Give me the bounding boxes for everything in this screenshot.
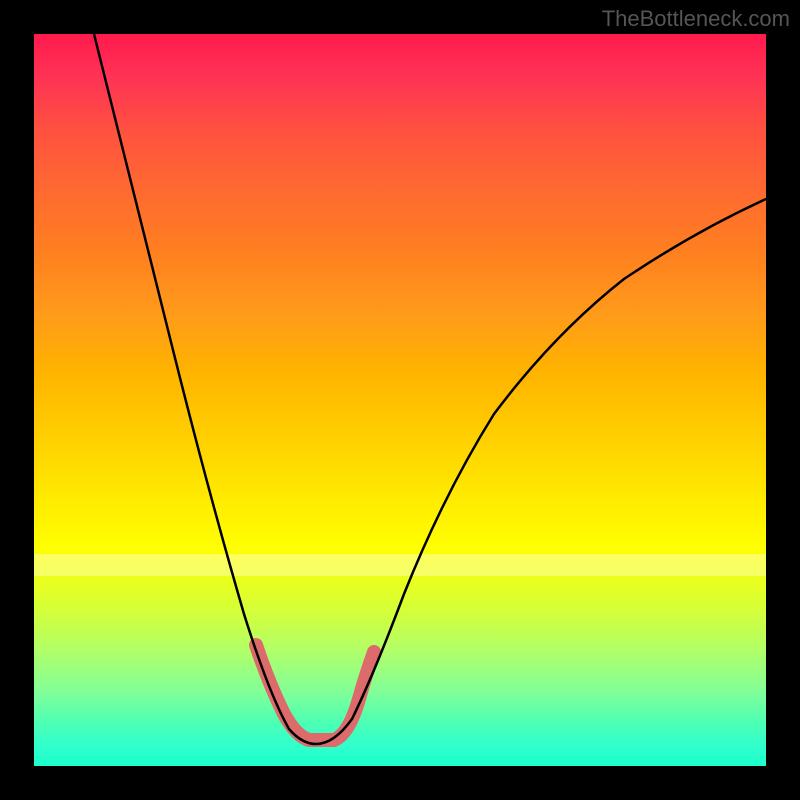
- watermark-text: TheBottleneck.com: [602, 6, 790, 32]
- bottleneck-curve: [94, 34, 766, 744]
- optimal-zone-highlight: [256, 645, 374, 740]
- curve-svg: [34, 34, 766, 766]
